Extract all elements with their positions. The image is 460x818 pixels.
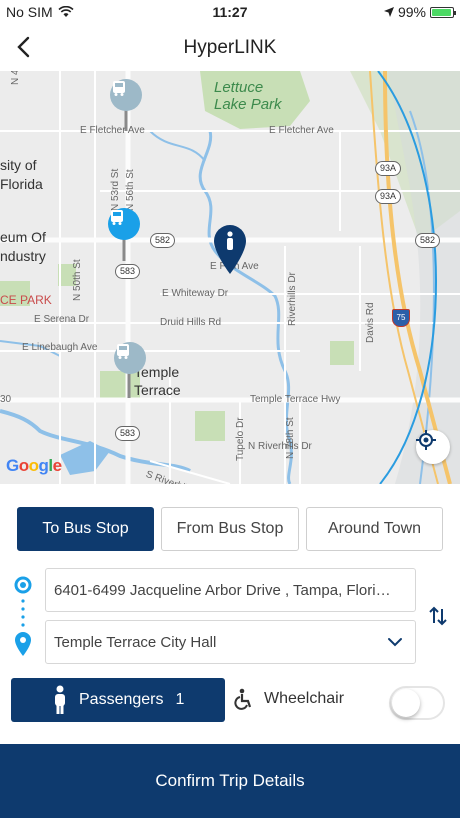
map-label-n-46th: N 46th — [10, 71, 21, 85]
wheelchair-option: Wheelchair — [234, 688, 344, 710]
map-label-temple-terrace-hwy: Temple Terrace Hwy — [250, 394, 341, 405]
destination-select[interactable]: Temple Terrace City Hall — [45, 620, 416, 664]
trip-type-tabs: To Bus Stop From Bus Stop Around Town — [17, 507, 443, 551]
tab-to-bus-stop[interactable]: To Bus Stop — [17, 507, 154, 551]
tab-from-bus-stop[interactable]: From Bus Stop — [161, 507, 299, 551]
passengers-button[interactable]: Passengers 1 — [11, 678, 225, 722]
bus-icon — [117, 344, 129, 359]
toggle-knob — [392, 689, 420, 717]
map-label-30: 30 — [0, 394, 12, 405]
wheelchair-label: Wheelchair — [264, 690, 345, 707]
person-icon — [55, 685, 65, 714]
chevron-down-icon — [388, 638, 402, 647]
map-label-ce-park: CE PARK — [0, 293, 52, 307]
bus-stop-marker-selected[interactable] — [108, 208, 140, 240]
map-canvas — [0, 71, 460, 484]
crosshair-icon — [416, 430, 436, 450]
route-connector — [14, 576, 32, 656]
map-label-lettuce-lake-park: Lettuce Lake Park — [214, 79, 282, 113]
passengers-count: 1 — [175, 691, 185, 708]
origin-value: 6401-6499 Jacqueline Arbor Drive , Tampa… — [54, 581, 394, 599]
bus-icon — [111, 210, 123, 225]
map-label-riverhills: Riverhills Dr — [287, 272, 298, 326]
map-label-n-50th: N 50th St — [72, 259, 83, 301]
origin-field[interactable]: 6401-6499 Jacqueline Arbor Drive , Tampa… — [45, 568, 416, 612]
map-label-museum: eum Of ndustry — [0, 229, 46, 264]
map-pin-icon — [214, 225, 246, 274]
status-right: 99% — [383, 4, 456, 20]
route-badge-583-top: 583 — [115, 264, 141, 279]
map-label-university: sity of Florida — [0, 157, 43, 192]
map-label-druid-hills: Druid Hills Rd — [160, 317, 222, 328]
confirm-trip-button[interactable]: Confirm Trip Details — [0, 744, 460, 818]
map-label-serena: E Serena Dr — [34, 314, 90, 325]
page-title: HyperLINK — [183, 37, 277, 58]
map-label-davis-rd: Davis Rd — [365, 302, 376, 343]
route-badge-93a-bottom: 93A — [375, 189, 402, 204]
battery-percent: 99% — [397, 4, 426, 20]
bus-icon — [113, 81, 125, 96]
route-badge-93a-top: 93A — [375, 161, 402, 176]
map-label-tupelo: Tupelo Dr — [235, 417, 246, 461]
nav-bar: HyperLINK — [0, 24, 460, 71]
google-logo: Google — [6, 456, 62, 475]
battery-icon — [430, 6, 456, 18]
status-bar: No SIM 11:27 99% — [0, 0, 460, 24]
interstate-75-shield: 75 — [392, 309, 410, 327]
map-label-fletcher-left: E Fletcher Ave — [80, 125, 145, 136]
tab-around-town[interactable]: Around Town — [306, 507, 443, 551]
map-label-whiteway: E Whiteway Dr — [162, 288, 229, 299]
bus-stop-marker[interactable] — [110, 79, 142, 111]
destination-value: Temple Terrace City Hall — [54, 633, 217, 651]
route-badge-583-bottom: 583 — [115, 426, 141, 441]
map-label-linebaugh: E Linebaugh Ave — [22, 342, 98, 353]
map-label-n-riverhills: N Riverhills Dr — [248, 441, 312, 452]
map-label-n-78th: N 78th St — [285, 417, 296, 459]
map-label-n-53rd: N 53rd St — [110, 168, 121, 211]
bus-stop-marker[interactable] — [114, 342, 146, 374]
user-location-pin[interactable] — [212, 223, 248, 275]
map-view[interactable]: Lettuce Lake Park E Fletcher Ave E Fletc… — [0, 71, 460, 484]
location-arrow-icon — [383, 7, 394, 17]
wheelchair-toggle[interactable] — [389, 686, 445, 720]
swap-arrows-icon — [429, 606, 447, 626]
map-label-fletcher-right: E Fletcher Ave — [269, 125, 334, 136]
swap-route-button[interactable] — [427, 605, 449, 627]
route-badge-582-left: 582 — [150, 233, 176, 248]
map-label-n-56th: N 56th St — [125, 169, 136, 211]
passengers-label: Passengers — [79, 691, 164, 708]
route-badge-582-right: 582 — [415, 233, 441, 248]
locate-me-button[interactable] — [416, 430, 450, 464]
wheelchair-icon — [234, 688, 252, 710]
